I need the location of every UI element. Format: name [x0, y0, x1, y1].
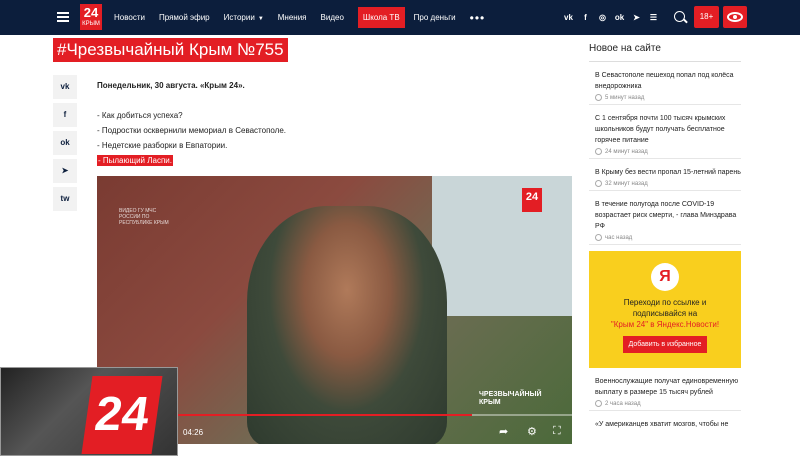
news-item-title: Военнослужащие получат единовременную вы… — [595, 378, 739, 396]
show-logo-line1: ЧРЕЗВЫЧАЙНЫЙ — [479, 391, 542, 398]
share-buttons: vk f ok ➤ tw — [53, 75, 77, 215]
fullscreen-icon[interactable]: ⛶ — [553, 425, 561, 438]
news-item-meta: 5 минут назад — [595, 94, 741, 101]
article-line-highlighted: - Пылающий Ласпи. — [97, 155, 173, 166]
clock-icon — [595, 180, 602, 187]
news-item-time: 32 минут назад — [605, 180, 648, 187]
article-line: - Подростки осквернили мемориал в Севаст… — [97, 126, 287, 135]
accessibility-eye-button[interactable] — [723, 6, 747, 28]
share-odnoklassniki-icon[interactable]: ok — [53, 131, 77, 155]
news-item[interactable]: В течение полугода после COVID-19 возрас… — [589, 191, 741, 245]
chevron-down-icon: ▼ — [257, 16, 264, 22]
share-vk-icon[interactable]: vk — [53, 75, 77, 99]
yandex-news-promo: Я Переходи по ссылке и подписывайся на "… — [589, 251, 741, 368]
logo-number: 24 — [83, 5, 99, 20]
share-facebook-icon[interactable]: f — [53, 103, 77, 127]
promo-text-highlight: "Крым 24" в Яндекс.Новости! — [610, 320, 720, 329]
news-item-time: час назад — [605, 234, 633, 241]
share-arrow-icon[interactable]: ➦ — [499, 425, 508, 438]
news-item[interactable]: В Севастополе пешеход попал под колёса в… — [589, 62, 741, 105]
article-date: Понедельник, 30 августа. «Крым 24». — [97, 81, 245, 90]
news-item-meta: час назад — [595, 234, 741, 241]
social-links: vk f ◎ ok ➤ ☰ — [560, 0, 662, 35]
news-item-title: «У американцев хватит мозгов, чтобы не — [595, 421, 729, 428]
site-logo[interactable]: 24 КРЫМ — [80, 4, 102, 30]
news-item-title: В Крыму без вести пропал 15-летний парен… — [595, 169, 741, 176]
add-to-favorites-button[interactable]: Добавить в избранное — [622, 336, 708, 353]
share-telegram-icon[interactable]: ➤ — [53, 159, 77, 183]
nav-money[interactable]: Про деньги — [414, 13, 456, 22]
article-line: - Недетские разборки в Евпатории. — [97, 141, 228, 150]
nav-opinions[interactable]: Мнения — [278, 13, 307, 22]
nav-school-tv[interactable]: Школа ТВ — [357, 7, 405, 28]
video-show-logo: ЧРЕЗВЫЧАЙНЫЙ КРЫМ — [479, 391, 542, 407]
video-watermark: ВИДЕО ГУ МЧС РОССИИ ПО РЕСПУБЛИКЕ КРЫМ — [119, 208, 169, 226]
video-frame-person — [247, 206, 447, 444]
logo-sub: КРЫМ — [82, 21, 100, 27]
article-body: Понедельник, 30 августа. «Крым 24». - Ка… — [97, 80, 577, 168]
age-rating-badge: 18+ — [694, 6, 719, 28]
page-title: #Чрезвычайный Крым №755 — [53, 38, 288, 62]
nav-stories-label: Истории — [223, 13, 255, 22]
search-icon[interactable] — [674, 11, 685, 22]
nav-stories[interactable]: Истории ▼ — [224, 13, 264, 22]
clock-icon — [595, 94, 602, 101]
clock-icon — [595, 234, 602, 241]
news-item-title: С 1 сентября почти 100 тысяч крымских шк… — [595, 115, 726, 144]
promo-text: Переходи по ссылке и подписывайся на — [623, 298, 707, 318]
share-twitter-icon[interactable]: tw — [53, 187, 77, 211]
rss-icon[interactable]: ☰ — [645, 13, 662, 22]
news-item[interactable]: Военнослужащие получат единовременную вы… — [589, 368, 741, 411]
news-item-title: В Севастополе пешеход попал под колёса в… — [595, 72, 734, 90]
odnoklassniki-icon[interactable]: ok — [611, 13, 628, 22]
news-item-time: 2 часа назад — [605, 400, 641, 407]
news-item-title: В течение полугода после COVID-19 возрас… — [595, 201, 737, 230]
instagram-icon[interactable]: ◎ — [594, 13, 611, 22]
telegram-icon[interactable]: ➤ — [628, 13, 645, 22]
news-item-meta: 2 часа назад — [595, 400, 741, 407]
news-item-meta: 24 минут назад — [595, 148, 741, 155]
top-navigation-bar: 24 КРЫМ Новости Прямой эфир Истории ▼ Мне… — [0, 0, 800, 35]
news-item[interactable]: С 1 сентября почти 100 тысяч крымских шк… — [589, 105, 741, 159]
clock-icon — [595, 148, 602, 155]
eye-icon — [727, 12, 743, 22]
video-time: 04:26 — [183, 428, 204, 437]
news-item-time: 24 минут назад — [605, 148, 648, 155]
facebook-icon[interactable]: f — [577, 13, 594, 22]
nav-live[interactable]: Прямой эфир — [159, 13, 210, 22]
sidebar: Новое на сайте В Севастополе пешеход поп… — [589, 36, 741, 433]
nav-video[interactable]: Видео — [321, 13, 344, 22]
video-channel-logo: 24 — [522, 188, 542, 212]
yandex-logo-icon: Я — [651, 263, 679, 291]
main-nav: Новости Прямой эфир Истории ▼ Мнения Виде… — [114, 0, 499, 35]
menu-icon[interactable] — [57, 12, 69, 22]
show-logo-line2: КРЫМ — [479, 399, 501, 406]
article-line: - Как добиться успеха? — [97, 111, 183, 120]
sidebar-heading: Новое на сайте — [589, 36, 741, 62]
mini-video-player[interactable]: 24 — [0, 367, 178, 456]
mini-player-logo: 24 — [81, 376, 163, 454]
video-background — [432, 176, 572, 316]
news-item[interactable]: В Крыму без вести пропал 15-летний парен… — [589, 159, 741, 191]
news-item[interactable]: «У американцев хватит мозгов, чтобы не — [589, 411, 741, 433]
more-menu-icon[interactable]: ••• — [470, 11, 486, 25]
news-item-time: 5 минут назад — [605, 94, 645, 101]
settings-gear-icon[interactable]: ⚙ — [527, 425, 537, 438]
news-item-meta: 32 минут назад — [595, 180, 741, 187]
vk-icon[interactable]: vk — [560, 13, 577, 22]
clock-icon — [595, 400, 602, 407]
nav-news[interactable]: Новости — [114, 13, 145, 22]
